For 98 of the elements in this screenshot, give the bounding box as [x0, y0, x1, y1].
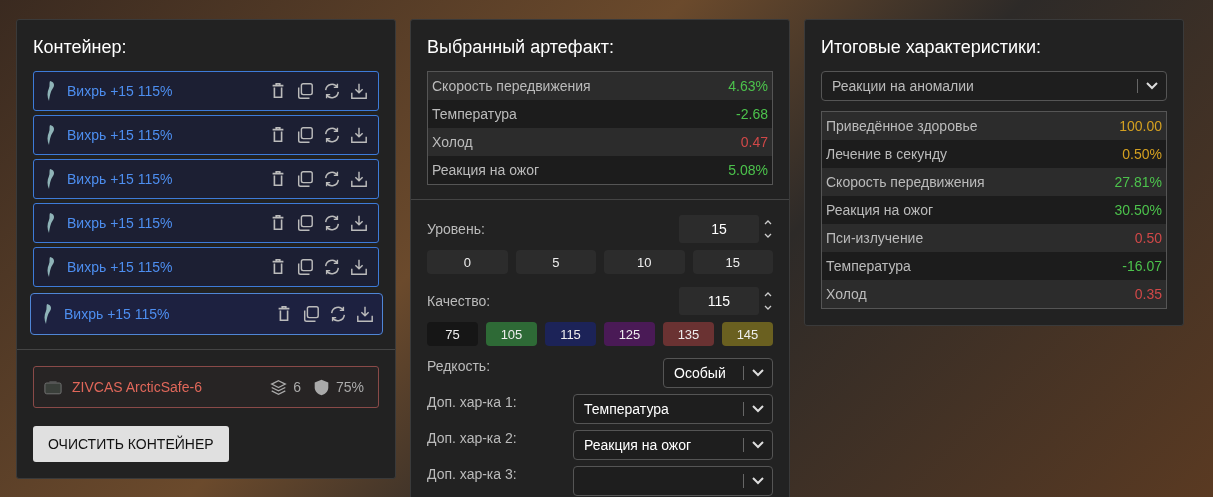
stat-name: Реакция на ожог: [826, 202, 934, 218]
copy-icon[interactable]: [302, 305, 320, 323]
stat-value: 27.81%: [1114, 174, 1162, 190]
stat-value: 100.00: [1119, 118, 1162, 134]
copy-icon[interactable]: [296, 170, 314, 188]
chevron-down-icon: [1146, 82, 1158, 90]
level-preset-button[interactable]: 10: [604, 250, 685, 274]
stat-name: Скорость передвижения: [826, 174, 985, 190]
stat-name: Лечение в секунду: [826, 146, 948, 162]
quality-input[interactable]: 115: [679, 287, 759, 315]
chevron-down-icon: [752, 477, 764, 485]
stat-value: 5.08%: [728, 162, 768, 178]
select-label: Редкость:: [427, 358, 492, 374]
panel-title: Выбранный артефакт:: [427, 37, 615, 58]
artifact-row[interactable]: Вихрь +15 115%: [30, 293, 383, 335]
refresh-icon[interactable]: [323, 258, 341, 276]
quality-preset-button[interactable]: 135: [663, 322, 714, 346]
refresh-icon[interactable]: [323, 170, 341, 188]
select-label: Доп. хар-ка 3:: [427, 466, 518, 482]
download-icon[interactable]: [350, 214, 368, 232]
stat-value: -2.68: [736, 106, 768, 122]
copy-icon[interactable]: [296, 214, 314, 232]
claw-icon: [44, 80, 56, 102]
stat-value: 0.50%: [1122, 146, 1162, 162]
quality-preset-button[interactable]: 145: [722, 322, 773, 346]
download-icon[interactable]: [350, 258, 368, 276]
case-name: ZIVCAS ArcticSafe-6: [72, 379, 203, 395]
chevron-down-icon: [752, 405, 764, 413]
slot-count: 6: [293, 379, 301, 395]
stat-name: Реакция на ожог: [432, 162, 540, 178]
select-label: Доп. хар-ка 2:: [427, 430, 518, 446]
artifact-name: Вихрь +15 115%: [67, 259, 174, 275]
stat-name: Холод: [432, 134, 473, 150]
panel-title: Контейнер:: [33, 37, 128, 58]
spinner-icon[interactable]: [763, 218, 773, 240]
copy-icon[interactable]: [296, 126, 314, 144]
quality-preset-button[interactable]: 125: [604, 322, 655, 346]
artifact-row[interactable]: Вихрь +15 115%: [33, 247, 379, 287]
artifact-row[interactable]: Вихрь +15 115%: [33, 71, 379, 111]
refresh-icon[interactable]: [323, 82, 341, 100]
protection-value: 75%: [335, 379, 364, 395]
chevron-down-icon: [752, 369, 764, 377]
quality-label: Качество:: [427, 293, 492, 309]
case-icon: [44, 379, 62, 395]
select-label: Доп. хар-ка 1:: [427, 394, 518, 410]
download-icon[interactable]: [350, 82, 368, 100]
dropdown[interactable]: Реакция на ожог: [573, 430, 773, 460]
category-dropdown[interactable]: Реакции на аномалии: [821, 71, 1167, 101]
copy-icon[interactable]: [296, 258, 314, 276]
stat-value: 4.63%: [728, 78, 768, 94]
artifact-row[interactable]: Вихрь +15 115%: [33, 159, 379, 199]
level-input[interactable]: 15: [679, 215, 759, 243]
artifact-name: Вихрь +15 115%: [67, 171, 174, 187]
refresh-icon[interactable]: [329, 305, 347, 323]
spinner-icon[interactable]: [763, 290, 773, 312]
dropdown[interactable]: Особый: [663, 358, 773, 388]
panel-title: Итоговые характеристики:: [821, 37, 1042, 58]
artifact-name: Вихрь +15 115%: [67, 127, 174, 143]
stat-value: 0.47: [740, 134, 768, 150]
stat-name: Температура: [432, 106, 517, 122]
clear-container-button[interactable]: ОЧИСТИТЬ КОНТЕЙНЕР: [33, 426, 229, 462]
stat-name: Температура: [826, 258, 911, 274]
shield-icon: [312, 378, 330, 396]
download-icon[interactable]: [356, 305, 374, 323]
claw-icon: [44, 256, 56, 278]
stat-value: -16.07: [1122, 258, 1162, 274]
artifact-name: Вихрь +15 115%: [67, 83, 174, 99]
level-preset-button[interactable]: 15: [692, 250, 773, 274]
level-label: Уровень:: [427, 221, 486, 237]
artifact-row[interactable]: Вихрь +15 115%: [33, 115, 379, 155]
layers-icon: [270, 378, 288, 396]
download-icon[interactable]: [350, 126, 368, 144]
stat-value: 30.50%: [1114, 202, 1162, 218]
refresh-icon[interactable]: [323, 126, 341, 144]
stat-name: Холод: [826, 286, 867, 302]
refresh-icon[interactable]: [323, 214, 341, 232]
artifact-name: Вихрь +15 115%: [67, 215, 174, 231]
claw-icon: [41, 303, 53, 325]
level-preset-button[interactable]: 5: [515, 250, 596, 274]
stat-value: 0.35: [1134, 286, 1162, 302]
artifact-row[interactable]: Вихрь +15 115%: [33, 203, 379, 243]
container-case-row[interactable]: ZIVCAS ArcticSafe-6 6 75%: [33, 366, 379, 408]
copy-icon[interactable]: [296, 82, 314, 100]
claw-icon: [44, 124, 56, 146]
stat-name: Скорость передвижения: [432, 78, 591, 94]
stat-name: Пси-излучение: [826, 230, 924, 246]
dropdown[interactable]: Температура: [573, 394, 773, 424]
download-icon[interactable]: [350, 170, 368, 188]
artifact-name: Вихрь +15 115%: [64, 306, 171, 322]
quality-preset-button[interactable]: 75: [427, 322, 478, 346]
claw-icon: [44, 168, 56, 190]
claw-icon: [44, 212, 56, 234]
quality-preset-button[interactable]: 115: [545, 322, 596, 346]
quality-preset-button[interactable]: 105: [486, 322, 537, 346]
level-preset-button[interactable]: 0: [427, 250, 508, 274]
stat-value: 0.50: [1134, 230, 1162, 246]
chevron-down-icon: [752, 441, 764, 449]
stat-name: Приведённое здоровье: [826, 118, 978, 134]
